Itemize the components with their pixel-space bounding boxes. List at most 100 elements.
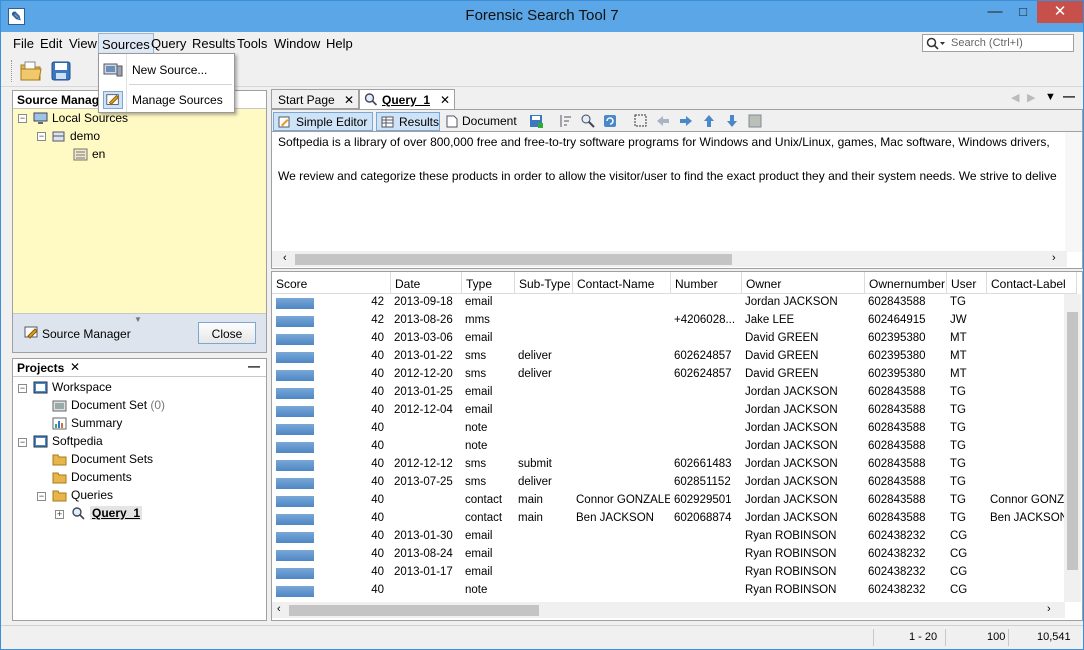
table-row[interactable]: 40 2012-12-04 email Jordan JACKSON 602843588…: [272, 402, 1062, 420]
refresh-icon[interactable]: [602, 113, 618, 129]
tree-item-documents[interactable]: Documents: [52, 470, 132, 487]
table-cell: 2013-03-06: [394, 332, 453, 344]
tree-item-softpedia[interactable]: Softpedia: [33, 434, 103, 451]
horizontal-scrollbar[interactable]: ‹ ›: [272, 602, 1065, 618]
column-header[interactable]: Owner: [742, 272, 865, 294]
scroll-left-icon[interactable]: ‹: [277, 603, 281, 615]
tree-item-queries[interactable]: Queries: [52, 488, 113, 505]
tab-start-page[interactable]: Start Page ✕: [271, 89, 359, 109]
close-tab-icon[interactable]: ✕: [440, 93, 450, 107]
tree-item-query-1[interactable]: Query_1: [71, 506, 143, 523]
scrollbar-thumb[interactable]: [1067, 312, 1078, 570]
menu-edit[interactable]: Edit: [40, 36, 62, 51]
tree-item-summary[interactable]: Summary: [52, 416, 122, 433]
table-row[interactable]: 40 note Jordan JACKSON 602843588 TG: [272, 420, 1062, 438]
table-row[interactable]: 40 2012-12-20 sms deliver 602624857 David GRE…: [272, 366, 1062, 384]
scroll-left-icon[interactable]: ‹: [283, 252, 287, 264]
column-header[interactable]: Contact-Label: [987, 272, 1077, 294]
grid-view-icon[interactable]: [747, 113, 763, 129]
sort-icon[interactable]: [557, 113, 573, 129]
menu-file[interactable]: File: [13, 36, 34, 51]
scrollbar-thumb[interactable]: [295, 254, 732, 265]
vertical-scrollbar[interactable]: [1065, 132, 1082, 252]
scroll-tabs-right-icon[interactable]: ▶: [1027, 91, 1035, 104]
close-tab-icon[interactable]: ✕: [344, 93, 354, 107]
menu-help[interactable]: Help: [326, 36, 353, 51]
open-folder-icon[interactable]: [19, 59, 43, 83]
table-row[interactable]: 40 2013-08-24 email Ryan ROBINSON 602438232 C…: [272, 546, 1062, 564]
document-preview[interactable]: Softpedia is a library of over 800,000 f…: [271, 131, 1083, 269]
vertical-scrollbar[interactable]: [1064, 294, 1081, 602]
arrow-right-icon[interactable]: [678, 113, 694, 129]
maximize-editor-icon[interactable]: —: [1063, 89, 1075, 103]
save-icon[interactable]: [49, 59, 73, 83]
minimize-panel-icon[interactable]: —: [248, 359, 260, 373]
select-icon[interactable]: [633, 113, 649, 129]
scroll-tabs-left-icon[interactable]: ◀: [1011, 91, 1019, 104]
results-button[interactable]: Results: [376, 112, 440, 131]
close-tab-icon[interactable]: ✕: [70, 360, 80, 374]
menu-item-manage-sources[interactable]: Manage Sources: [99, 86, 234, 114]
arrow-up-icon[interactable]: [701, 113, 717, 129]
arrow-left-icon[interactable]: [655, 113, 671, 129]
table-row[interactable]: 40 contact main Ben JACKSON 602068874 Jordan …: [272, 510, 1068, 528]
table-row[interactable]: 40 2013-01-22 sms deliver 602624857 David GRE…: [272, 348, 1062, 366]
table-row[interactable]: 40 2013-07-25 sms deliver 602851152 Jordan JA…: [272, 474, 1062, 492]
menu-query[interactable]: Query: [151, 36, 186, 51]
find-icon[interactable]: [580, 113, 596, 129]
table-row[interactable]: 40 note Ryan ROBINSON 602438232 CG: [272, 582, 1062, 600]
menu-item-new-source[interactable]: New Source...: [99, 56, 234, 84]
tree-item-en[interactable]: en: [73, 147, 105, 164]
arrow-down-icon[interactable]: [724, 113, 740, 129]
table-row[interactable]: 40 2013-01-17 email Ryan ROBINSON 602438232 C…: [272, 564, 1062, 582]
column-header[interactable]: Type: [462, 272, 515, 294]
resize-handle-icon[interactable]: ▼: [134, 315, 142, 324]
expand-toggle[interactable]: +: [55, 510, 64, 519]
menu-view[interactable]: View: [69, 36, 97, 51]
tab-list-icon[interactable]: ▼: [1045, 91, 1056, 103]
column-header[interactable]: Ownernumber: [865, 272, 947, 294]
collapse-toggle[interactable]: −: [37, 492, 46, 501]
document-button[interactable]: Document: [442, 112, 517, 131]
maximize-button[interactable]: □: [1009, 1, 1037, 23]
column-header[interactable]: Sub-Type: [515, 272, 573, 294]
tab-query-1[interactable]: Query_1 ✕: [359, 89, 455, 109]
scroll-right-icon[interactable]: ›: [1052, 252, 1056, 264]
menu-window[interactable]: Window: [274, 36, 320, 51]
table-row[interactable]: 42 2013-09-18 email Jordan JACKSON 602843588…: [272, 294, 1062, 312]
collapse-toggle[interactable]: −: [18, 438, 27, 447]
search-icon: [364, 93, 378, 106]
close-window-button[interactable]: ✕: [1037, 1, 1083, 23]
tree-item-workspace[interactable]: Workspace: [33, 380, 112, 397]
scrollbar-thumb[interactable]: [289, 605, 539, 616]
save-results-icon[interactable]: [528, 113, 544, 129]
tree-item-demo[interactable]: demo: [51, 129, 100, 146]
table-row[interactable]: 40 2012-12-12 sms submit 602661483 Jordan JAC…: [272, 456, 1062, 474]
table-cell: 2013-08-26: [394, 314, 453, 326]
column-header[interactable]: User: [947, 272, 987, 294]
column-header[interactable]: Date: [391, 272, 462, 294]
search-input[interactable]: Search (Ctrl+I): [922, 34, 1074, 52]
menu-sources[interactable]: Sources: [98, 33, 154, 54]
close-button[interactable]: Close: [198, 322, 256, 344]
collapse-toggle[interactable]: −: [18, 114, 27, 123]
table-row[interactable]: 42 2013-08-26 mms +4206028... Jake LEE 602464…: [272, 312, 1062, 330]
collapse-toggle[interactable]: −: [18, 384, 27, 393]
table-row[interactable]: 40 contact main Connor GONZALEZ 602929501 Jor…: [272, 492, 1072, 510]
table-row[interactable]: 40 note Jordan JACKSON 602843588 TG: [272, 438, 1062, 456]
column-header[interactable]: Score: [272, 272, 391, 294]
column-header[interactable]: Number: [671, 272, 742, 294]
table-row[interactable]: 40 2013-03-06 email David GREEN 602395380 MT: [272, 330, 1062, 348]
horizontal-scrollbar[interactable]: ‹ ›: [272, 251, 1067, 267]
simple-editor-button[interactable]: Simple Editor ▼: [273, 112, 373, 142]
menu-results[interactable]: Results: [192, 36, 235, 51]
tree-item-document-sets[interactable]: Document Sets: [52, 452, 153, 469]
menu-tools[interactable]: Tools: [237, 36, 267, 51]
table-row[interactable]: 40 2013-01-25 email Jordan JACKSON 602843588…: [272, 384, 1062, 402]
column-header[interactable]: Contact-Name: [573, 272, 671, 294]
collapse-toggle[interactable]: −: [37, 132, 46, 141]
scroll-right-icon[interactable]: ›: [1047, 603, 1051, 615]
tree-item-document-set[interactable]: Document Set (0): [52, 398, 165, 415]
table-row[interactable]: 40 2013-01-30 email Ryan ROBINSON 602438232 C…: [272, 528, 1062, 546]
minimize-button[interactable]: —: [981, 1, 1009, 23]
